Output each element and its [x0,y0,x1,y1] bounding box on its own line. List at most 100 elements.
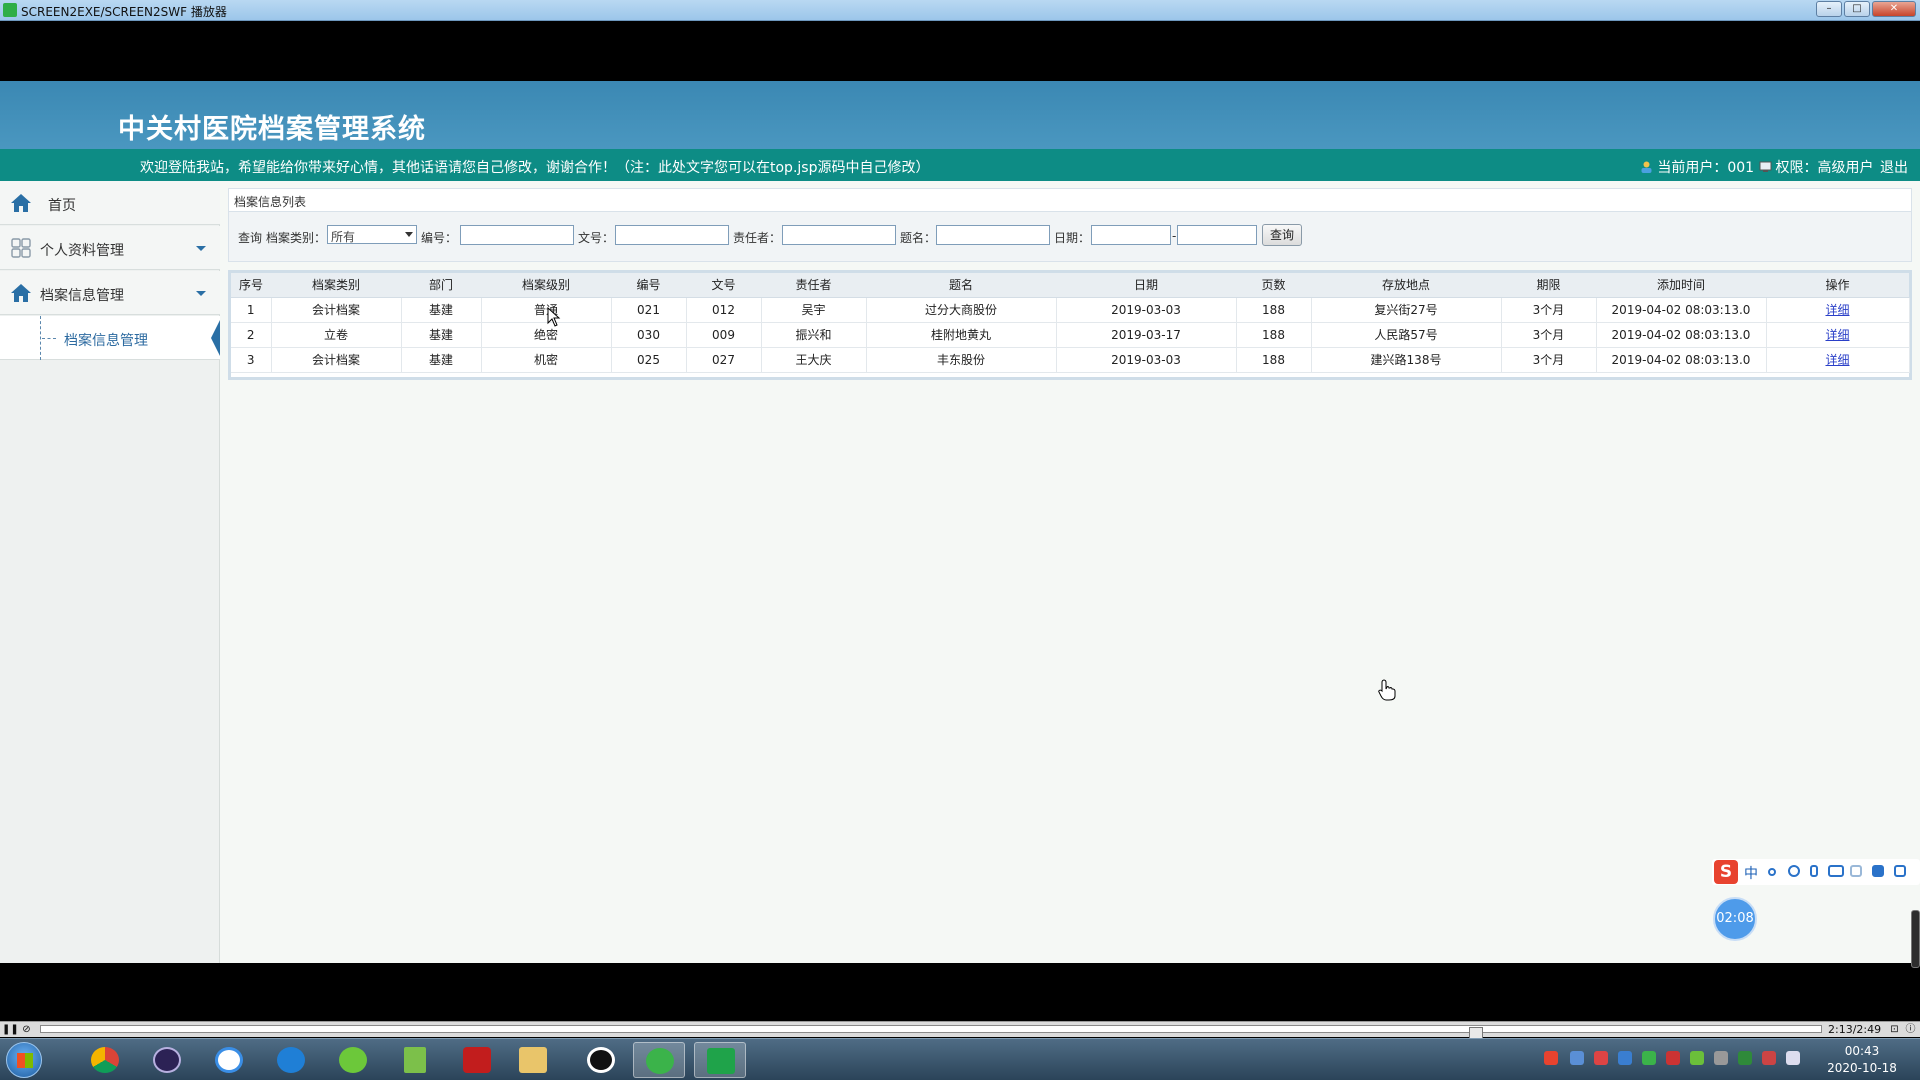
sidebar-subitem-archive-info[interactable]: 档案信息管理 [0,316,220,360]
column-header: 期限 [1501,273,1596,298]
owner-label: 责任者： [733,231,782,245]
number-input[interactable] [460,225,574,245]
taskbar-wechat[interactable] [633,1042,685,1078]
sogou-logo-icon: S [1714,860,1738,884]
date-end-input[interactable] [1177,225,1257,245]
taskbar-player[interactable] [694,1042,746,1078]
table-cell: 188 [1236,347,1312,373]
owner-input[interactable] [782,225,896,245]
table-cell: 3个月 [1501,322,1597,348]
table-cell: 振兴和 [761,322,867,348]
taskbar-app-6[interactable] [389,1042,441,1078]
table-cell: 基建 [401,322,482,348]
detail-link[interactable]: 详细 [1825,303,1849,317]
maximize-button[interactable]: □ [1844,1,1870,17]
table-cell: 过分大商股份 [866,297,1057,323]
column-header: 添加时间 [1596,273,1766,298]
column-header: 部门 [401,273,481,298]
taskbar-app-3[interactable] [203,1042,255,1078]
close-button[interactable]: ✕ [1872,1,1916,17]
windows-logo-icon [17,1053,33,1068]
shield-tray-icon[interactable] [1618,1051,1632,1065]
seek-bar[interactable] [40,1025,1822,1039]
permission-label: 权限：高级用户 [1775,160,1874,176]
table-cell: 188 [1236,297,1312,323]
stop-icon[interactable]: ⊘ [20,1023,33,1036]
home-icon [11,284,31,302]
table-cell: 详细 [1766,347,1910,373]
column-header: 档案类别 [271,273,401,298]
taskbar-app-5[interactable] [327,1042,379,1078]
table-cell: 基建 [401,347,482,373]
volume-tray-icon[interactable] [1666,1051,1680,1065]
table-row: 1 会计档案 基建 普通 021 012 吴宇 过分大商股份 2019-03-03 188 复兴街2… [231,297,1910,323]
punctuation-icon[interactable] [1768,868,1776,876]
taskbar-app-2[interactable] [141,1042,193,1078]
battery-tray-icon[interactable] [1738,1051,1752,1065]
ime-toolbar[interactable]: S 中 [1712,859,1920,885]
chevron-down-icon [196,291,206,296]
sidebar-item-archives[interactable]: 档案信息管理 [0,271,220,315]
display-tray-icon[interactable] [1786,1051,1800,1065]
player-controls: ❚❚ ⊘ 2:13/2:49 ⊡ ⓘ [0,1021,1920,1039]
table-cell: 188 [1236,322,1312,348]
keyboard-icon[interactable] [1828,865,1844,877]
table-row: 3 会计档案 基建 机密 025 027 王大庆 丰东股份 2019-03-03 188 建兴路13… [231,347,1910,373]
fullscreen-icon[interactable]: ⊡ [1888,1023,1901,1036]
start-button[interactable] [6,1042,42,1078]
table-cell: 012 [686,297,762,323]
security-tray-icon[interactable] [1594,1051,1608,1065]
wechat-tray-icon[interactable] [1642,1051,1656,1065]
emoji-icon[interactable] [1788,865,1800,877]
skin-icon[interactable] [1872,865,1884,877]
sogou-tray-icon[interactable] [1544,1051,1558,1065]
taskbar-app-7[interactable] [451,1042,503,1078]
taskbar-clock[interactable]: 00:43 2020-10-18 [1818,1043,1906,1077]
table-cell: 2019-04-02 08:03:13.0 [1596,297,1767,323]
hand-cursor-icon [1378,679,1396,701]
taskbar-qq[interactable] [575,1042,627,1078]
table-cell: 基建 [401,297,482,323]
info-icon[interactable]: ⓘ [1904,1023,1917,1036]
network-tray-icon[interactable] [1570,1051,1584,1065]
pause-icon[interactable]: ❚❚ [2,1023,19,1036]
detail-link[interactable]: 详细 [1825,328,1849,342]
ime-mode-label[interactable]: 中 [1744,863,1758,883]
user-info: 当前用户：001 权限：高级用户 退出 [1640,157,1908,177]
clock-time: 00:43 [1844,1044,1880,1058]
column-header: 责任者 [761,273,866,298]
detail-link[interactable]: 详细 [1825,353,1849,367]
minimize-button[interactable]: – [1816,1,1842,17]
toolbox-icon[interactable] [1894,865,1906,877]
player-time: 2:13/2:49 [1828,1023,1882,1036]
doc-no-input[interactable] [615,225,729,245]
side-handle[interactable] [1911,910,1920,968]
taskbar-app-4[interactable] [265,1042,317,1078]
notepad-icon [404,1047,426,1073]
speaker-tray-icon[interactable] [1762,1051,1776,1065]
date-separator: - [1172,229,1177,243]
sidebar-item-home[interactable]: 首页 [0,181,220,225]
sidebar-item-profile[interactable]: 个人资料管理 [0,226,220,270]
microphone-icon[interactable] [1810,865,1818,877]
search-button[interactable]: 查询 [1262,224,1302,246]
category-select[interactable]: 所有 [327,225,417,244]
column-header: 文号 [686,273,761,298]
title-input[interactable] [936,225,1050,245]
leaf-icon [339,1047,367,1073]
logout-link[interactable]: 退出 [1880,160,1908,176]
date-start-input[interactable] [1091,225,1171,245]
taskbar-explorer[interactable] [507,1042,559,1078]
table-cell: 2019-04-02 08:03:13.0 [1596,322,1767,348]
site-header: 中关村医院档案管理系统 [0,81,1920,149]
table-cell: 桂附地黄丸 [866,322,1057,348]
recording-timer[interactable]: 02:08 [1713,897,1757,941]
active-indicator [211,320,220,356]
update-tray-icon[interactable] [1690,1051,1704,1065]
user-icon[interactable] [1850,865,1862,877]
screen: SCREEN2EXE/SCREEN2SWF 播放器 – □ ✕ 中关村医院档案管… [0,0,1920,1080]
table-cell: 2019-03-17 [1056,322,1237,348]
qq-tray-icon[interactable] [1714,1051,1728,1065]
taskbar-chrome[interactable] [79,1042,131,1078]
table-cell: 人民路57号 [1311,322,1502,348]
